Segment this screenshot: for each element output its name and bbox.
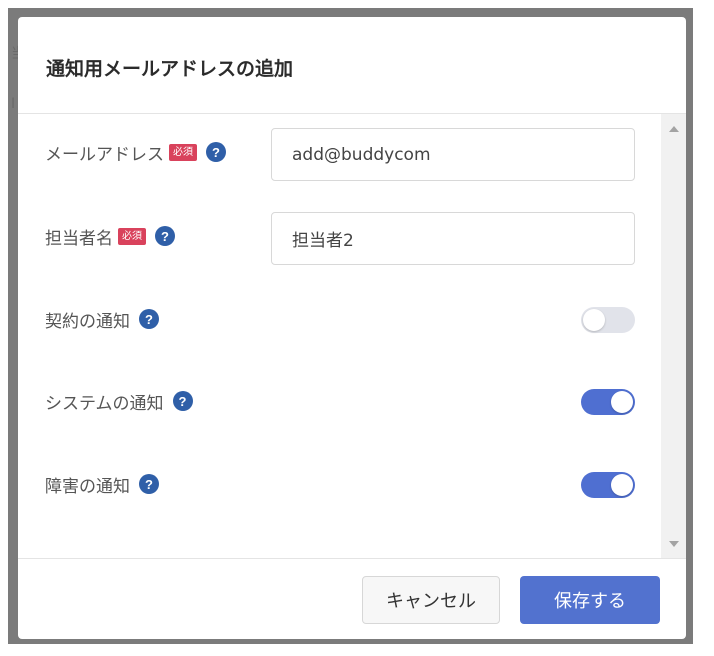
dialog-footer: キャンセル 保存する <box>18 558 686 639</box>
help-icon[interactable]: ? <box>155 226 175 246</box>
toggle-knob <box>583 309 605 331</box>
required-badge: 必須 <box>118 227 146 245</box>
cancel-button[interactable]: キャンセル <box>362 576 500 624</box>
email-label-group: メールアドレス 必須 ? <box>45 140 226 165</box>
person-name-label: 担当者名 <box>45 228 113 249</box>
required-badge: 必須 <box>169 143 197 161</box>
help-icon[interactable]: ? <box>206 142 226 162</box>
system-notification-toggle[interactable] <box>581 389 635 415</box>
contract-notification-label: 契約の通知 <box>45 311 130 332</box>
vertical-scrollbar[interactable] <box>661 114 686 558</box>
help-icon[interactable]: ? <box>139 309 159 329</box>
failure-notification-row: 障害の通知 ? <box>18 472 661 526</box>
dialog-header: 通知用メールアドレスの追加 <box>18 17 686 114</box>
dialog-title: 通知用メールアドレスの追加 <box>46 58 294 80</box>
system-notification-label: システムの通知 <box>45 393 164 414</box>
dialog-body: メールアドレス 必須 ? 担当者名 必須 ? 契約の通知 ? <box>18 114 686 558</box>
system-notification-label-group: システムの通知 ? <box>45 389 193 414</box>
system-notification-row: システムの通知 ? <box>18 389 661 443</box>
background-text-fragment: I <box>11 96 16 112</box>
failure-notification-toggle[interactable] <box>581 472 635 498</box>
person-name-label-group: 担当者名 必須 ? <box>45 224 175 249</box>
email-input[interactable] <box>271 128 635 181</box>
scroll-up-arrow-icon[interactable] <box>669 126 679 132</box>
save-button[interactable]: 保存する <box>520 576 660 624</box>
email-row: メールアドレス 必須 ? <box>18 128 661 182</box>
toggle-knob <box>611 474 633 496</box>
failure-notification-label: 障害の通知 <box>45 476 130 497</box>
scroll-down-arrow-icon[interactable] <box>669 541 679 547</box>
toggle-knob <box>611 391 633 413</box>
contract-notification-row: 契約の通知 ? <box>18 307 661 361</box>
failure-notification-label-group: 障害の通知 ? <box>45 472 159 497</box>
email-label: メールアドレス <box>45 144 164 165</box>
contract-notification-toggle[interactable] <box>581 307 635 333</box>
person-name-input[interactable] <box>271 212 635 265</box>
add-notification-email-dialog: 通知用メールアドレスの追加 メールアドレス 必須 ? 担当者名 必須 ? 契約の… <box>18 17 686 639</box>
help-icon[interactable]: ? <box>139 474 159 494</box>
help-icon[interactable]: ? <box>172 391 193 411</box>
contract-notification-label-group: 契約の通知 ? <box>45 307 159 332</box>
person-name-row: 担当者名 必須 ? <box>18 212 661 266</box>
